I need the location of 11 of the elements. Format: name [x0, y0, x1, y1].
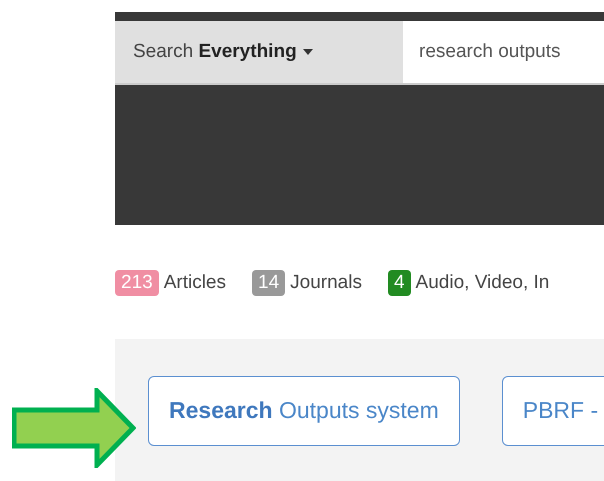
count-badge: 14 — [252, 270, 286, 296]
arrow-icon — [12, 388, 136, 468]
count-badge: 213 — [115, 270, 159, 296]
count-badge: 4 — [388, 270, 411, 296]
caret-icon — [302, 49, 313, 55]
result-button[interactable]: Research Outputs system — [148, 376, 460, 446]
category-link[interactable]: Articles — [164, 272, 226, 294]
category-link[interactable]: Journals — [290, 272, 362, 294]
category-link[interactable]: Audio, Video, In — [416, 272, 550, 294]
search-scope-dropdown[interactable]: Search Everything — [115, 21, 403, 85]
result-button[interactable]: PBRF - — [502, 376, 604, 446]
